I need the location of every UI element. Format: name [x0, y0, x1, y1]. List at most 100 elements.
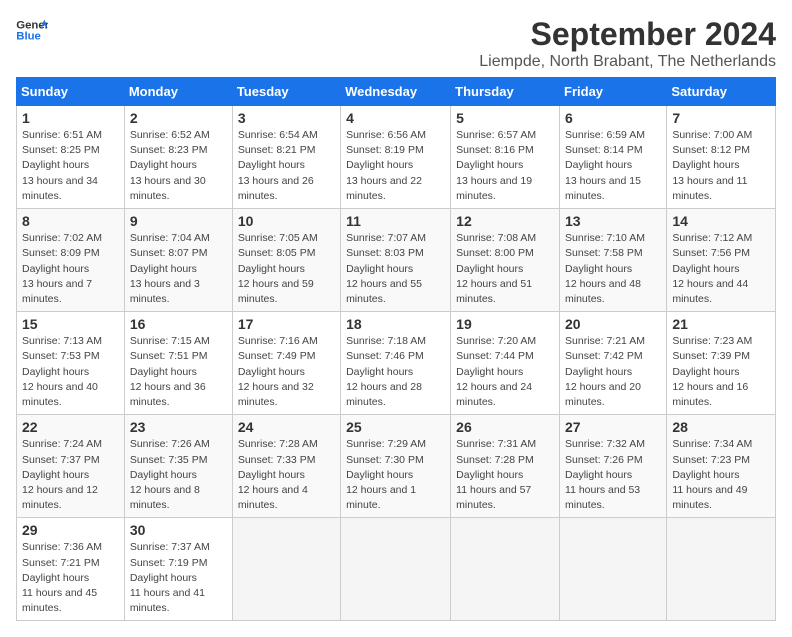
- svg-text:Blue: Blue: [16, 31, 41, 43]
- page-header: General Blue September 2024 Liempde, Nor…: [16, 16, 776, 71]
- day-number: 25: [346, 419, 445, 435]
- table-row: 29 Sunrise: 7:36 AMSunset: 7:21 PMDayligh…: [17, 518, 125, 621]
- day-number: 9: [130, 213, 227, 229]
- day-info: Sunrise: 6:51 AMSunset: 8:25 PMDaylight …: [22, 128, 119, 204]
- table-row: [560, 518, 667, 621]
- calendar-week-row: 1 Sunrise: 6:51 AMSunset: 8:25 PMDaylight…: [17, 106, 776, 209]
- table-row: 7 Sunrise: 7:00 AMSunset: 8:12 PMDaylight…: [667, 106, 776, 209]
- day-number: 17: [238, 316, 335, 332]
- weekday-header-row: SundayMondayTuesdayWednesdayThursdayFrid…: [17, 78, 776, 106]
- table-row: 23Sunrise: 7:26 AMSunset: 7:35 PMDayligh…: [124, 415, 232, 518]
- day-info: Sunrise: 7:04 AMSunset: 8:07 PMDaylight …: [130, 231, 227, 307]
- table-row: 9 Sunrise: 7:04 AMSunset: 8:07 PMDaylight…: [124, 209, 232, 312]
- weekday-header: Friday: [560, 78, 667, 106]
- day-number: 3: [238, 110, 335, 126]
- table-row: 26 Sunrise: 7:31 AMSunset: 7:28 PMDayligh…: [451, 415, 560, 518]
- table-row: [667, 518, 776, 621]
- day-info: Sunrise: 7:08 AMSunset: 8:00 PMDaylight …: [456, 231, 554, 307]
- day-info: Sunrise: 7:21 AMSunset: 7:42 PMDaylight …: [565, 334, 661, 410]
- day-info: Sunrise: 7:29 AMSunset: 7:30 PMDaylight …: [346, 437, 445, 513]
- table-row: 13Sunrise: 7:10 AMSunset: 7:58 PMDayligh…: [560, 209, 667, 312]
- table-row: 30Sunrise: 7:37 AMSunset: 7:19 PMDayligh…: [124, 518, 232, 621]
- table-row: [341, 518, 451, 621]
- table-row: 1 Sunrise: 6:51 AMSunset: 8:25 PMDaylight…: [17, 106, 125, 209]
- month-title: September 2024: [479, 16, 776, 53]
- table-row: 20Sunrise: 7:21 AMSunset: 7:42 PMDayligh…: [560, 312, 667, 415]
- logo: General Blue: [16, 16, 48, 44]
- day-info: Sunrise: 7:28 AMSunset: 7:33 PMDaylight …: [238, 437, 335, 513]
- table-row: 6 Sunrise: 6:59 AMSunset: 8:14 PMDaylight…: [560, 106, 667, 209]
- day-number: 23: [130, 419, 227, 435]
- calendar-week-row: 8 Sunrise: 7:02 AMSunset: 8:09 PMDaylight…: [17, 209, 776, 312]
- day-number: 28: [672, 419, 770, 435]
- table-row: 2Sunrise: 6:52 AMSunset: 8:23 PMDaylight…: [124, 106, 232, 209]
- day-info: Sunrise: 7:13 AMSunset: 7:53 PMDaylight …: [22, 334, 119, 410]
- day-number: 11: [346, 213, 445, 229]
- day-number: 19: [456, 316, 554, 332]
- weekday-header: Wednesday: [341, 78, 451, 106]
- table-row: 15Sunrise: 7:13 AMSunset: 7:53 PMDayligh…: [17, 312, 125, 415]
- day-number: 7: [672, 110, 770, 126]
- day-info: Sunrise: 7:18 AMSunset: 7:46 PMDaylight …: [346, 334, 445, 410]
- table-row: 8 Sunrise: 7:02 AMSunset: 8:09 PMDaylight…: [17, 209, 125, 312]
- day-number: 24: [238, 419, 335, 435]
- table-row: [451, 518, 560, 621]
- day-info: Sunrise: 6:54 AMSunset: 8:21 PMDaylight …: [238, 128, 335, 204]
- day-number: 2: [130, 110, 227, 126]
- day-number: 12: [456, 213, 554, 229]
- day-number: 30: [130, 522, 227, 538]
- table-row: 28 Sunrise: 7:34 AMSunset: 7:23 PMDayligh…: [667, 415, 776, 518]
- calendar-week-row: 29 Sunrise: 7:36 AMSunset: 7:21 PMDayligh…: [17, 518, 776, 621]
- day-info: Sunrise: 6:57 AMSunset: 8:16 PMDaylight …: [456, 128, 554, 204]
- day-info: Sunrise: 7:23 AMSunset: 7:39 PMDaylight …: [672, 334, 770, 410]
- logo-icon: General Blue: [16, 16, 48, 44]
- day-number: 21: [672, 316, 770, 332]
- table-row: 16Sunrise: 7:15 AMSunset: 7:51 PMDayligh…: [124, 312, 232, 415]
- day-number: 1: [22, 110, 119, 126]
- day-info: Sunrise: 7:36 AMSunset: 7:21 PMDaylight …: [22, 540, 119, 616]
- location-title: Liempde, North Brabant, The Netherlands: [479, 53, 776, 71]
- day-number: 4: [346, 110, 445, 126]
- weekday-header: Monday: [124, 78, 232, 106]
- day-number: 6: [565, 110, 661, 126]
- day-info: Sunrise: 7:34 AMSunset: 7:23 PMDaylight …: [672, 437, 770, 513]
- day-info: Sunrise: 7:15 AMSunset: 7:51 PMDaylight …: [130, 334, 227, 410]
- table-row: 14 Sunrise: 7:12 AMSunset: 7:56 PMDayligh…: [667, 209, 776, 312]
- weekday-header: Thursday: [451, 78, 560, 106]
- day-number: 22: [22, 419, 119, 435]
- weekday-header: Sunday: [17, 78, 125, 106]
- weekday-header: Saturday: [667, 78, 776, 106]
- day-number: 5: [456, 110, 554, 126]
- day-number: 27: [565, 419, 661, 435]
- day-number: 26: [456, 419, 554, 435]
- table-row: 22Sunrise: 7:24 AMSunset: 7:37 PMDayligh…: [17, 415, 125, 518]
- day-info: Sunrise: 7:02 AMSunset: 8:09 PMDaylight …: [22, 231, 119, 307]
- table-row: 19 Sunrise: 7:20 AMSunset: 7:44 PMDayligh…: [451, 312, 560, 415]
- table-row: 11 Sunrise: 7:07 AMSunset: 8:03 PMDayligh…: [341, 209, 451, 312]
- day-info: Sunrise: 7:07 AMSunset: 8:03 PMDaylight …: [346, 231, 445, 307]
- day-number: 29: [22, 522, 119, 538]
- table-row: 10Sunrise: 7:05 AMSunset: 8:05 PMDayligh…: [232, 209, 340, 312]
- day-number: 10: [238, 213, 335, 229]
- table-row: 18 Sunrise: 7:18 AMSunset: 7:46 PMDayligh…: [341, 312, 451, 415]
- day-info: Sunrise: 6:59 AMSunset: 8:14 PMDaylight …: [565, 128, 661, 204]
- table-row: 5 Sunrise: 6:57 AMSunset: 8:16 PMDaylight…: [451, 106, 560, 209]
- title-area: September 2024 Liempde, North Brabant, T…: [479, 16, 776, 71]
- table-row: 21 Sunrise: 7:23 AMSunset: 7:39 PMDayligh…: [667, 312, 776, 415]
- day-number: 18: [346, 316, 445, 332]
- calendar-week-row: 22Sunrise: 7:24 AMSunset: 7:37 PMDayligh…: [17, 415, 776, 518]
- day-info: Sunrise: 6:56 AMSunset: 8:19 PMDaylight …: [346, 128, 445, 204]
- calendar-week-row: 15Sunrise: 7:13 AMSunset: 7:53 PMDayligh…: [17, 312, 776, 415]
- day-number: 8: [22, 213, 119, 229]
- day-info: Sunrise: 7:10 AMSunset: 7:58 PMDaylight …: [565, 231, 661, 307]
- table-row: [232, 518, 340, 621]
- day-number: 14: [672, 213, 770, 229]
- table-row: 17Sunrise: 7:16 AMSunset: 7:49 PMDayligh…: [232, 312, 340, 415]
- calendar-table: SundayMondayTuesdayWednesdayThursdayFrid…: [16, 77, 776, 621]
- table-row: 25 Sunrise: 7:29 AMSunset: 7:30 PMDayligh…: [341, 415, 451, 518]
- day-info: Sunrise: 7:32 AMSunset: 7:26 PMDaylight …: [565, 437, 661, 513]
- day-info: Sunrise: 7:31 AMSunset: 7:28 PMDaylight …: [456, 437, 554, 513]
- day-info: Sunrise: 7:12 AMSunset: 7:56 PMDaylight …: [672, 231, 770, 307]
- day-info: Sunrise: 7:00 AMSunset: 8:12 PMDaylight …: [672, 128, 770, 204]
- day-info: Sunrise: 7:20 AMSunset: 7:44 PMDaylight …: [456, 334, 554, 410]
